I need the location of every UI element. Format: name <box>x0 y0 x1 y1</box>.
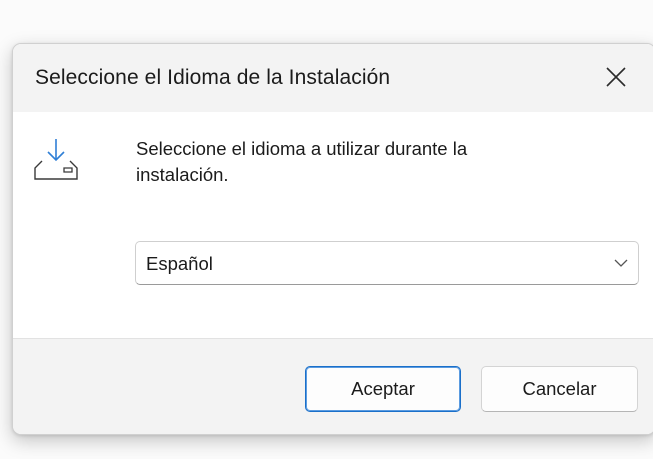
instruction-text: Seleccione el idioma a utilizar durante … <box>136 136 606 188</box>
accept-button[interactable]: Aceptar <box>305 366 461 412</box>
instruction-line-1: Seleccione el idioma a utilizar durante … <box>136 138 468 159</box>
instruction-line-2: instalación. <box>136 164 229 185</box>
cancel-button[interactable]: Cancelar <box>481 366 638 412</box>
language-selection-dialog: Seleccione el Idioma de la Instalación S… <box>12 43 653 435</box>
close-icon <box>606 67 626 87</box>
dialog-content: Seleccione el idioma a utilizar durante … <box>13 112 653 338</box>
selected-language: Español <box>146 253 213 274</box>
language-dropdown[interactable]: Español <box>135 241 639 285</box>
button-bar: Aceptar Cancelar <box>13 338 653 434</box>
close-button[interactable] <box>593 56 639 98</box>
install-download-icon <box>32 137 80 181</box>
dialog-title: Seleccione el Idioma de la Instalación <box>35 66 391 89</box>
chevron-down-icon <box>614 259 628 267</box>
title-bar: Seleccione el Idioma de la Instalación <box>13 44 653 112</box>
